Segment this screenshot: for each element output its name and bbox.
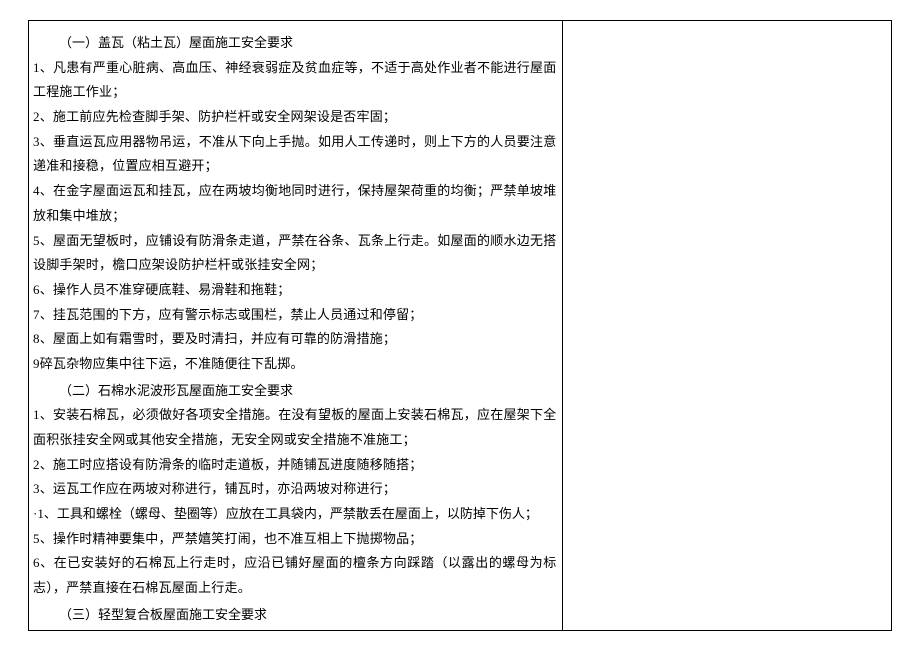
list-item: 7、挂瓦范围的下方，应有警示标志或围栏，禁止人员通过和停留； xyxy=(33,303,556,328)
content-column: （一）盖瓦（粘土瓦）屋面施工安全要求 1、凡患有严重心脏病、高血压、神经衰弱症及… xyxy=(29,21,563,630)
list-item: 6、在已安装好的石棉瓦上行走时，应沿已铺好屋面的檀条方向踩踏（以露出的螺母为标志… xyxy=(33,551,556,600)
list-item: 2、施工时应搭设有防滑条的临时走道板，并随铺瓦进度随移随搭； xyxy=(33,453,556,478)
list-item: 1、升运屋面板及泛水等构件，必须采用专用的吊索及提升架，按规定的吊点起吊。各种起… xyxy=(33,628,556,631)
section-title-3: （三）轻型复合板屋面施工安全要求 xyxy=(33,603,556,628)
list-item: ·1、工具和螺栓（螺母、垫圈等）应放在工具袋内，严禁散丢在屋面上，以防掉下伤人； xyxy=(33,502,556,527)
list-item: 3、垂直运瓦应用器物吊运，不准从下向上手抛。如用人工传递时，则上下方的人员要注意… xyxy=(33,130,556,179)
document-frame: （一）盖瓦（粘土瓦）屋面施工安全要求 1、凡患有严重心脏病、高血压、神经衰弱症及… xyxy=(28,20,892,631)
list-item: 1、凡患有严重心脏病、高血压、神经衰弱症及贫血症等，不适于高处作业者不能进行屋面… xyxy=(33,56,556,105)
list-item: 6、操作人员不准穿硬底鞋、易滑鞋和拖鞋； xyxy=(33,278,556,303)
list-item: 4、在金字屋面运瓦和挂瓦，应在两坡均衡地同时进行，保持屋架荷重的均衡；严禁单坡堆… xyxy=(33,179,556,228)
section-title-1: （一）盖瓦（粘土瓦）屋面施工安全要求 xyxy=(33,31,556,56)
list-item: 3、运瓦工作应在两坡对称进行，铺瓦时，亦沿两坡对称进行； xyxy=(33,477,556,502)
list-item: 5、操作时精神要集中，严禁嬉笑打闹，也不准互相上下抛掷物品； xyxy=(33,527,556,552)
list-item: 8、屋面上如有霜雪时，要及时清扫，并应有可靠的防滑措施； xyxy=(33,327,556,352)
section-title-2: （二）石棉水泥波形瓦屋面施工安全要求 xyxy=(33,379,556,404)
list-item: 9碎瓦杂物应集中往下运，不准随便往下乱掷。 xyxy=(33,352,556,377)
empty-column xyxy=(563,21,891,630)
list-item: 2、施工前应先检查脚手架、防护栏杆或安全网架设是否牢固； xyxy=(33,105,556,130)
list-item: 1、安装石棉瓦，必须做好各项安全措施。在没有望板的屋面上安装石棉瓦，应在屋架下全… xyxy=(33,403,556,452)
list-item: 5、屋面无望板时，应铺设有防滑条走道，严禁在谷条、瓦条上行走。如屋面的顺水边无搭… xyxy=(33,229,556,278)
